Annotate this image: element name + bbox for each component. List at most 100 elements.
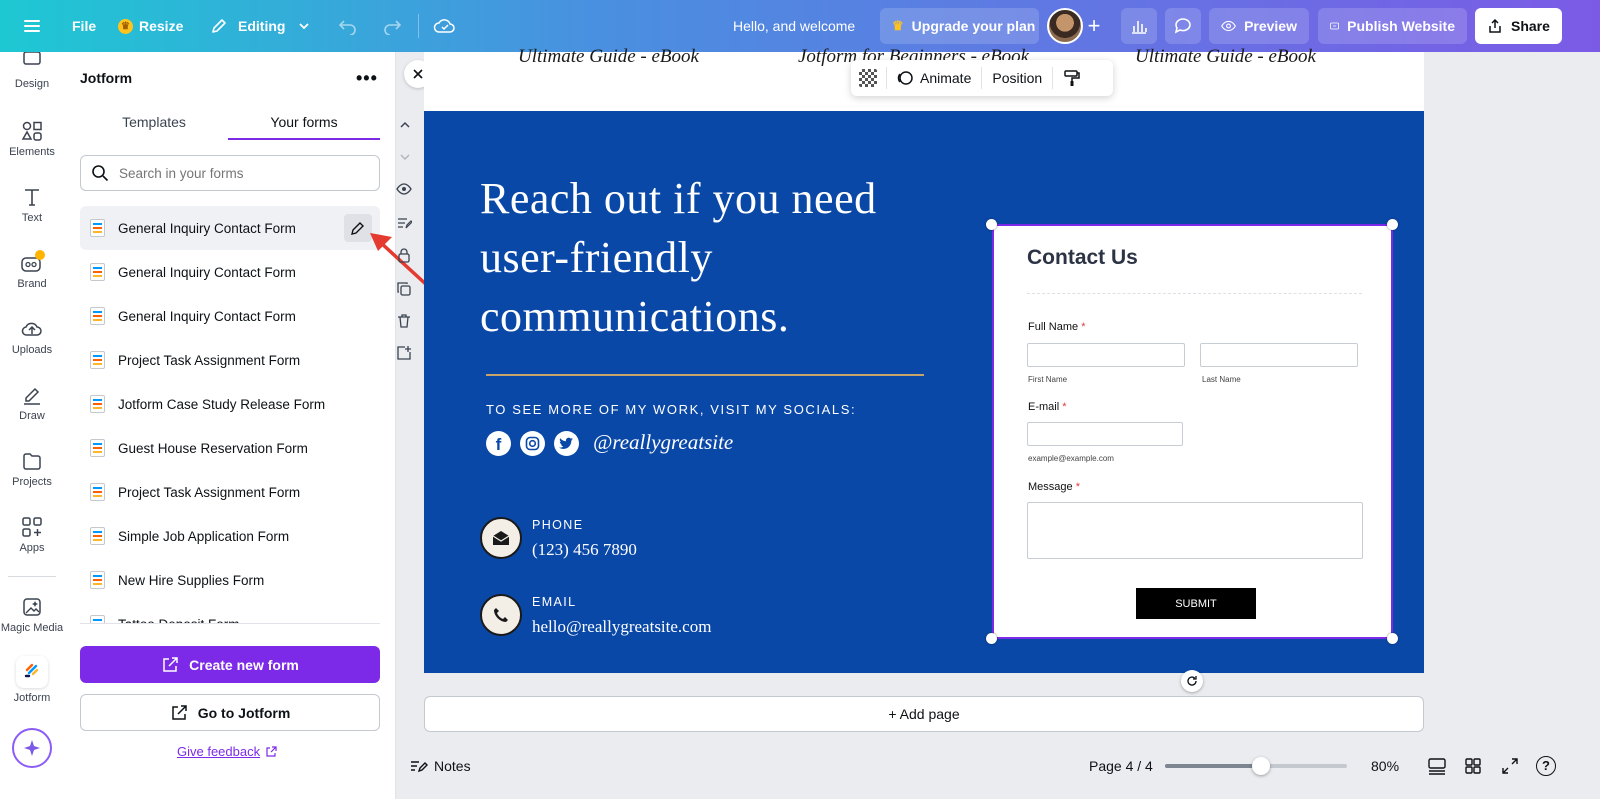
- search-input[interactable]: [119, 165, 359, 181]
- selection-handle[interactable]: [986, 633, 997, 644]
- search-box[interactable]: [80, 155, 380, 191]
- phone-icon[interactable]: [480, 594, 522, 636]
- notes-button[interactable]: Notes: [410, 758, 471, 774]
- ebook-caption[interactable]: Ultimate Guide - eBook: [518, 46, 699, 68]
- form-name: General Inquiry Contact Form: [118, 220, 296, 236]
- undo-icon[interactable]: [338, 0, 358, 52]
- more-options-icon[interactable]: •••: [356, 68, 378, 89]
- zoom-slider-thumb[interactable]: [1252, 757, 1271, 775]
- transparency-icon[interactable]: [859, 69, 877, 87]
- rail-item-text[interactable]: Text: [0, 186, 64, 224]
- phone-label[interactable]: PHONE: [532, 518, 583, 532]
- upgrade-plan-button[interactable]: ♛ Upgrade your plan: [880, 8, 1039, 44]
- rail-item-uploads[interactable]: Uploads: [0, 318, 64, 356]
- lock-icon[interactable]: [396, 247, 412, 263]
- twitter-icon[interactable]: [554, 431, 579, 456]
- facebook-icon[interactable]: f: [486, 431, 511, 456]
- form-list-item[interactable]: Tattoo Deposit Form: [80, 604, 380, 624]
- chevron-up-icon[interactable]: [398, 118, 412, 132]
- help-icon[interactable]: ?: [1536, 756, 1556, 776]
- selection-handle[interactable]: [1387, 219, 1398, 230]
- trash-icon[interactable]: [396, 313, 412, 329]
- phone-value[interactable]: (123) 456 7890: [532, 540, 637, 560]
- paint-roller-icon[interactable]: [1063, 69, 1081, 87]
- email-input[interactable]: [1027, 422, 1183, 446]
- ebook-caption[interactable]: Ultimate Guide - eBook: [1135, 46, 1316, 68]
- headline[interactable]: Reach out if you need user-friendly comm…: [480, 169, 877, 346]
- add-page-icon[interactable]: [396, 345, 412, 361]
- selection-handle[interactable]: [986, 219, 997, 230]
- hide-page-icon[interactable]: [396, 182, 412, 196]
- rail-item-projects[interactable]: Projects: [0, 450, 64, 488]
- rail-item-elements[interactable]: Elements: [0, 120, 64, 158]
- tab-templates[interactable]: Templates: [80, 104, 228, 140]
- message-textarea[interactable]: [1027, 502, 1363, 559]
- rail-item-jotform[interactable]: Jotform: [0, 656, 64, 704]
- rail-item-design[interactable]: Design: [0, 52, 64, 90]
- last-name-input[interactable]: [1200, 343, 1358, 367]
- form-list-item[interactable]: General Inquiry Contact Form: [80, 208, 380, 248]
- instagram-icon[interactable]: [520, 431, 545, 456]
- position-button[interactable]: Position: [992, 70, 1042, 86]
- menu-icon[interactable]: [22, 0, 42, 52]
- email-value[interactable]: hello@reallygreatsite.com: [532, 617, 711, 637]
- zoom-level[interactable]: 80%: [1371, 758, 1399, 774]
- create-new-form-button[interactable]: Create new form: [80, 646, 380, 683]
- rotate-handle[interactable]: [1181, 670, 1203, 692]
- form-list-item[interactable]: General Inquiry Contact Form: [80, 296, 380, 336]
- social-handle[interactable]: @reallygreatsite: [593, 430, 733, 455]
- insights-icon[interactable]: [1121, 8, 1157, 44]
- form-list-item[interactable]: Simple Job Application Form: [80, 516, 380, 556]
- form-name: General Inquiry Contact Form: [118, 308, 296, 324]
- contact-form-embed[interactable]: Contact Us Full Name * First Name Last N…: [992, 224, 1393, 639]
- pages-view-icon[interactable]: [1427, 757, 1447, 775]
- grid-view-icon[interactable]: [1464, 757, 1482, 775]
- notes-page-icon[interactable]: [396, 215, 412, 231]
- add-page-button[interactable]: + Add page: [424, 696, 1424, 732]
- required-mark: *: [1062, 401, 1067, 413]
- duplicate-page-icon[interactable]: [396, 281, 412, 297]
- cloud-saved-icon[interactable]: [433, 0, 457, 52]
- page-indicator[interactable]: Page 4 / 4: [1089, 758, 1153, 774]
- toolbar-divider: [981, 67, 983, 89]
- publish-website-button[interactable]: Publish Website: [1318, 8, 1467, 44]
- top-bar: File ♛ Resize Editing Hello, and welcome…: [0, 0, 1600, 52]
- envelope-icon[interactable]: [480, 517, 522, 559]
- animate-button[interactable]: Animate: [896, 69, 971, 87]
- give-feedback-link[interactable]: Give feedback: [177, 744, 277, 759]
- fullscreen-icon[interactable]: [1501, 757, 1519, 775]
- tab-your-forms[interactable]: Your forms: [228, 104, 380, 140]
- toolbar-divider: [886, 67, 887, 89]
- rail-item-draw[interactable]: Draw: [0, 384, 64, 422]
- file-menu[interactable]: File: [72, 0, 96, 52]
- share-button[interactable]: Share: [1475, 8, 1562, 44]
- submit-button[interactable]: SUBMIT: [1136, 588, 1256, 619]
- zoom-slider[interactable]: [1165, 757, 1347, 775]
- redo-icon[interactable]: [382, 0, 402, 52]
- rotate-icon: [1187, 676, 1197, 686]
- selection-handle[interactable]: [1387, 633, 1398, 644]
- first-name-input[interactable]: [1027, 343, 1185, 367]
- headline-line: communications.: [480, 292, 790, 341]
- rail-item-apps[interactable]: Apps: [0, 516, 64, 554]
- preview-label: Preview: [1244, 18, 1297, 34]
- editing-mode-dropdown[interactable]: Editing: [210, 0, 311, 52]
- form-name: Guest House Reservation Form: [118, 440, 308, 456]
- form-list-item[interactable]: New Hire Supplies Form: [80, 560, 380, 600]
- preview-button[interactable]: Preview: [1209, 8, 1309, 44]
- socials-caption[interactable]: TO SEE MORE OF MY WORK, VISIT MY SOCIALS…: [486, 402, 856, 417]
- magic-assistant-button[interactable]: [12, 728, 52, 768]
- form-list-item[interactable]: Project Task Assignment Form: [80, 340, 380, 380]
- form-list-item[interactable]: Jotform Case Study Release Form: [80, 384, 380, 424]
- rail-item-brand[interactable]: Brand: [0, 250, 64, 290]
- form-list-item[interactable]: Guest House Reservation Form: [80, 428, 380, 468]
- rail-item-magic-media[interactable]: Magic Media: [0, 596, 64, 634]
- form-list-item[interactable]: Project Task Assignment Form: [80, 472, 380, 512]
- chevron-down-icon[interactable]: [398, 150, 412, 164]
- comment-icon[interactable]: [1165, 8, 1201, 44]
- add-collaborator-button[interactable]: +: [1077, 8, 1111, 44]
- email-label[interactable]: EMAIL: [532, 595, 577, 609]
- form-list-item[interactable]: General Inquiry Contact Form: [80, 252, 380, 292]
- resize-button[interactable]: ♛ Resize: [118, 0, 183, 52]
- go-to-jotform-button[interactable]: Go to Jotform: [80, 694, 380, 731]
